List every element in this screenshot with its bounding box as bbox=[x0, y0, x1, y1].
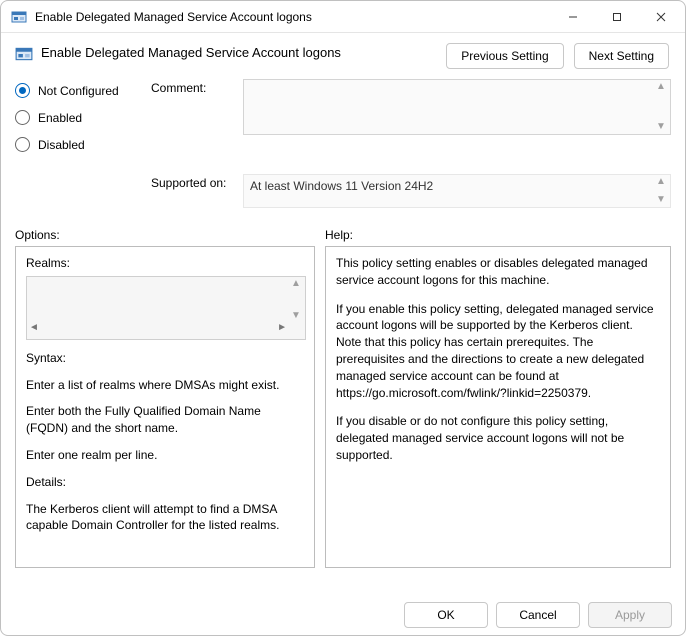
options-label: Options: bbox=[15, 228, 315, 242]
options-text: Enter a list of realms where DMSAs might… bbox=[26, 377, 306, 394]
options-panel: Realms: ▲ ▼ ◄ ► Syntax: Enter a list of … bbox=[15, 246, 315, 568]
radio-not-configured[interactable]: Not Configured bbox=[15, 83, 145, 98]
realms-label: Realms: bbox=[26, 255, 306, 272]
scroll-left-icon: ◄ bbox=[29, 323, 39, 337]
scrollbar-horizontal[interactable]: ◄ ► bbox=[29, 323, 287, 337]
next-setting-button[interactable]: Next Setting bbox=[574, 43, 669, 69]
supported-on-label: Supported on: bbox=[151, 174, 237, 208]
realms-input[interactable]: ▲ ▼ ◄ ► bbox=[26, 276, 306, 340]
window-title: Enable Delegated Managed Service Account… bbox=[35, 10, 551, 24]
radio-label: Disabled bbox=[38, 138, 85, 152]
radio-icon bbox=[15, 110, 30, 125]
radio-disabled[interactable]: Disabled bbox=[15, 137, 145, 152]
scrollbar-vertical[interactable]: ▲ ▼ bbox=[289, 279, 303, 321]
scrollbar[interactable]: ▲ ▼ bbox=[654, 82, 668, 132]
comment-input[interactable]: ▲ ▼ bbox=[243, 79, 671, 135]
maximize-button[interactable] bbox=[595, 2, 639, 32]
radio-icon bbox=[15, 137, 30, 152]
help-label: Help: bbox=[325, 228, 671, 242]
details-label: Details: bbox=[26, 474, 306, 491]
cancel-button[interactable]: Cancel bbox=[496, 602, 580, 628]
scroll-down-icon: ▼ bbox=[289, 311, 303, 321]
scroll-up-icon: ▲ bbox=[654, 177, 668, 187]
titlebar: Enable Delegated Managed Service Account… bbox=[1, 1, 685, 33]
help-text: If you enable this policy setting, deleg… bbox=[336, 301, 660, 402]
supported-on-value: At least Windows 11 Version 24H2 bbox=[250, 179, 433, 193]
page-title: Enable Delegated Managed Service Account… bbox=[41, 43, 446, 60]
radio-icon bbox=[15, 83, 30, 98]
help-text: This policy setting enables or disables … bbox=[336, 255, 660, 289]
scroll-up-icon: ▲ bbox=[654, 82, 668, 92]
minimize-button[interactable] bbox=[551, 2, 595, 32]
help-panel: This policy setting enables or disables … bbox=[325, 246, 671, 568]
policy-icon bbox=[11, 9, 27, 25]
policy-icon bbox=[15, 45, 33, 63]
syntax-label: Syntax: bbox=[26, 350, 306, 367]
scroll-down-icon: ▼ bbox=[654, 122, 668, 132]
scrollbar[interactable]: ▲ ▼ bbox=[654, 177, 668, 205]
ok-button[interactable]: OK bbox=[404, 602, 488, 628]
scroll-up-icon: ▲ bbox=[289, 279, 303, 289]
scroll-down-icon: ▼ bbox=[654, 195, 668, 205]
supported-on-box: At least Windows 11 Version 24H2 ▲ ▼ bbox=[243, 174, 671, 208]
close-button[interactable] bbox=[639, 2, 683, 32]
radio-label: Not Configured bbox=[38, 84, 119, 98]
options-text: Enter one realm per line. bbox=[26, 447, 306, 464]
scroll-right-icon: ► bbox=[277, 323, 287, 337]
help-text: If you disable or do not configure this … bbox=[336, 413, 660, 463]
options-text: The Kerberos client will attempt to find… bbox=[26, 501, 306, 535]
apply-button[interactable]: Apply bbox=[588, 602, 672, 628]
comment-label: Comment: bbox=[151, 79, 237, 164]
dialog-footer: OK Cancel Apply bbox=[404, 602, 672, 628]
radio-label: Enabled bbox=[38, 111, 82, 125]
radio-enabled[interactable]: Enabled bbox=[15, 110, 145, 125]
options-text: Enter both the Fully Qualified Domain Na… bbox=[26, 403, 306, 437]
previous-setting-button[interactable]: Previous Setting bbox=[446, 43, 563, 69]
